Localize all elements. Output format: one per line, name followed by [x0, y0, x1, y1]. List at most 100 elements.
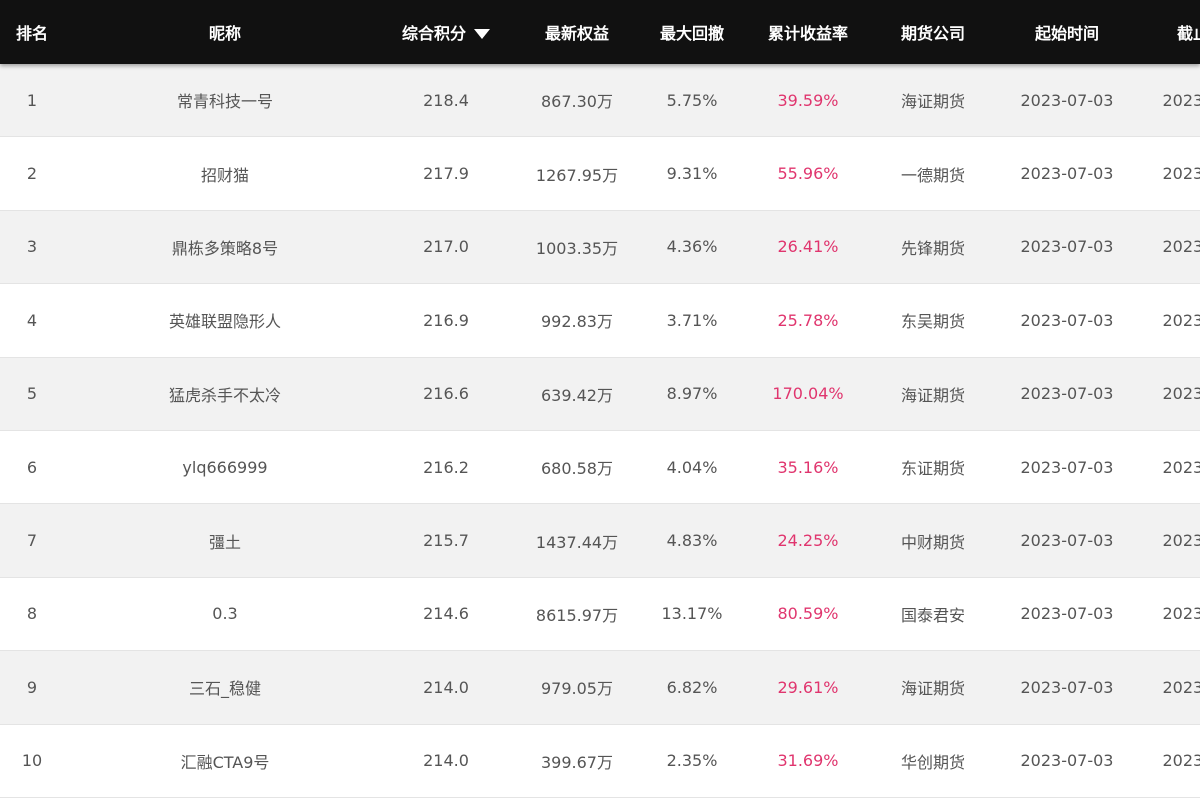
- cell-company: 海证期货: [900, 385, 965, 405]
- cell-nickname[interactable]: 0.3: [64, 604, 386, 623]
- cell-equity: 867.30万: [541, 92, 613, 112]
- cell-nickname[interactable]: 鼎栋多策略8号: [64, 235, 386, 259]
- cell-return: 39.59%: [777, 90, 839, 110]
- cell-rank: 1: [26, 90, 38, 110]
- cell-start-date: 2023-07-03: [1020, 457, 1114, 477]
- cell-end-date: 2023-12-22: [1162, 457, 1200, 477]
- cell-drawdown: 4.36%: [666, 237, 718, 257]
- column-header-rank[interactable]: 排名: [0, 20, 64, 44]
- cell-start-date: 2023-07-03: [1020, 164, 1114, 184]
- cell-nickname[interactable]: 猛虎杀手不太冷: [64, 382, 386, 406]
- table-body: 1 常青科技一号 218.4 867.30万 5.75% 39.59% 海证期货 2023-0…: [0, 64, 1200, 798]
- cell-return: 26.41%: [777, 237, 839, 257]
- cell-company: 东证期货: [900, 459, 965, 479]
- column-header-company[interactable]: 期货公司: [880, 20, 986, 44]
- caret-down-icon[interactable]: [474, 28, 490, 39]
- cell-score: 217.9: [423, 164, 469, 184]
- cell-score: 216.6: [423, 384, 469, 404]
- table-row[interactable]: 1 常青科技一号 218.4 867.30万 5.75% 39.59% 海证期货 2023-0…: [0, 64, 1200, 138]
- cell-rank: 10: [21, 751, 43, 771]
- cell-drawdown: 6.82%: [666, 677, 718, 697]
- cell-end-date: 2023-12-22: [1162, 310, 1200, 330]
- cell-company: 先锋期货: [900, 238, 965, 258]
- cell-company: 国泰君安: [900, 605, 965, 625]
- cell-return: 24.25%: [777, 531, 839, 551]
- cell-start-date: 2023-07-03: [1020, 751, 1114, 771]
- cell-end-date: 2023-12-22: [1162, 237, 1200, 257]
- cell-rank: 6: [26, 457, 38, 477]
- cell-end-date: 2023-12-22: [1162, 90, 1200, 110]
- cell-end-date: 2023-12-22: [1162, 677, 1200, 697]
- table-row[interactable]: 3 鼎栋多策略8号 217.0 1003.35万 4.36% 26.41% 先锋期货 2023…: [0, 210, 1200, 285]
- cell-score: 217.0: [423, 237, 469, 257]
- cell-return: 170.04%: [772, 384, 844, 404]
- cell-company: 海证期货: [900, 679, 965, 699]
- cell-return: 55.96%: [777, 164, 839, 184]
- cell-return: 25.78%: [777, 310, 839, 330]
- cell-drawdown: 9.31%: [666, 164, 718, 184]
- cell-rank: 4: [26, 310, 38, 330]
- table-row[interactable]: 2 招财猫 217.9 1267.95万 9.31% 55.96% 一德期货 2023-07-…: [0, 137, 1200, 211]
- cell-company: 东吴期货: [900, 312, 965, 332]
- cell-drawdown: 3.71%: [666, 310, 718, 330]
- cell-equity: 680.58万: [541, 459, 613, 479]
- table-row[interactable]: 6 ylq666999 216.2 680.58万 4.04% 35.16% 东证期货 202…: [0, 430, 1200, 505]
- column-header-equity[interactable]: 最新权益: [506, 20, 648, 44]
- table-row[interactable]: 5 猛虎杀手不太冷 216.6 639.42万 8.97% 170.04% 海证期货 2023…: [0, 357, 1200, 431]
- cell-rank: 7: [26, 531, 38, 551]
- table-row[interactable]: 8 0.3 214.6 8615.97万 13.17% 80.59% 国泰君安 2023-07…: [0, 577, 1200, 652]
- cell-nickname[interactable]: 招财猫: [64, 162, 386, 186]
- cell-nickname[interactable]: 常青科技一号: [64, 88, 386, 112]
- column-header-drawdown[interactable]: 最大回撤: [648, 20, 736, 44]
- cell-drawdown: 13.17%: [661, 604, 723, 624]
- table-row[interactable]: 9 三石_稳健 214.0 979.05万 6.82% 29.61% 海证期货 2023-07…: [0, 651, 1200, 725]
- table-header: 排名 昵称 综合积分 最新权益 最大回撤 累计收益率 期货公司 起始时间 截止时…: [0, 0, 1200, 64]
- cell-rank: 5: [26, 384, 38, 404]
- cell-drawdown: 4.04%: [666, 457, 718, 477]
- cell-end-date: 2023-12-22: [1162, 604, 1200, 624]
- cell-equity: 1437.44万: [535, 532, 619, 552]
- cell-drawdown: 5.75%: [666, 90, 718, 110]
- cell-score: 214.0: [423, 751, 469, 771]
- cell-company: 海证期货: [900, 92, 965, 112]
- cell-nickname[interactable]: 三石_稳健: [64, 675, 386, 699]
- cell-return: 31.69%: [777, 751, 839, 771]
- table-row[interactable]: 4 英雄联盟隐形人 216.9 992.83万 3.71% 25.78% 东吴期货 2023-…: [0, 284, 1200, 358]
- table-row[interactable]: 10 汇融CTA9号 214.0 399.67万 2.35% 31.69% 华创期货 2023…: [0, 724, 1200, 798]
- cell-rank: 3: [26, 237, 38, 257]
- column-header-nickname[interactable]: 昵称: [64, 20, 386, 44]
- column-header-end[interactable]: 截止时间: [1148, 20, 1200, 44]
- cell-equity: 992.83万: [541, 312, 613, 332]
- cell-company: 中财期货: [900, 532, 965, 552]
- column-header-score[interactable]: 综合积分: [386, 20, 506, 44]
- cell-start-date: 2023-07-03: [1020, 90, 1114, 110]
- cell-return: 35.16%: [777, 457, 839, 477]
- cell-score: 214.0: [423, 677, 469, 697]
- cell-nickname[interactable]: 彊土: [64, 529, 386, 553]
- cell-nickname[interactable]: 英雄联盟隐形人: [64, 308, 386, 332]
- cell-equity: 979.05万: [541, 679, 613, 699]
- cell-nickname[interactable]: ylq666999: [64, 458, 386, 477]
- cell-equity: 1003.35万: [535, 238, 619, 258]
- cell-return: 29.61%: [777, 677, 839, 697]
- cell-company: 华创期货: [900, 752, 965, 772]
- table-row[interactable]: 7 彊土 215.7 1437.44万 4.83% 24.25% 中财期货 2023-07-0…: [0, 504, 1200, 578]
- cell-nickname[interactable]: 汇融CTA9号: [64, 749, 386, 773]
- cell-start-date: 2023-07-03: [1020, 677, 1114, 697]
- cell-drawdown: 4.83%: [666, 531, 718, 551]
- cell-score: 214.6: [423, 604, 469, 624]
- cell-start-date: 2023-07-03: [1020, 604, 1114, 624]
- cell-drawdown: 2.35%: [666, 751, 718, 771]
- ranking-table: 排名 昵称 综合积分 最新权益 最大回撤 累计收益率 期货公司 起始时间 截止时…: [0, 0, 1200, 802]
- cell-end-date: 2023-12-22: [1162, 751, 1200, 771]
- cell-rank: 9: [26, 677, 38, 697]
- cell-score: 215.7: [423, 531, 469, 551]
- cell-score: 216.2: [423, 457, 469, 477]
- column-header-return[interactable]: 累计收益率: [736, 20, 880, 44]
- cell-equity: 639.42万: [541, 385, 613, 405]
- cell-end-date: 2023-12-22: [1162, 164, 1200, 184]
- cell-start-date: 2023-07-03: [1020, 384, 1114, 404]
- cell-start-date: 2023-07-03: [1020, 531, 1114, 551]
- column-header-start[interactable]: 起始时间: [986, 20, 1148, 44]
- cell-drawdown: 8.97%: [666, 384, 718, 404]
